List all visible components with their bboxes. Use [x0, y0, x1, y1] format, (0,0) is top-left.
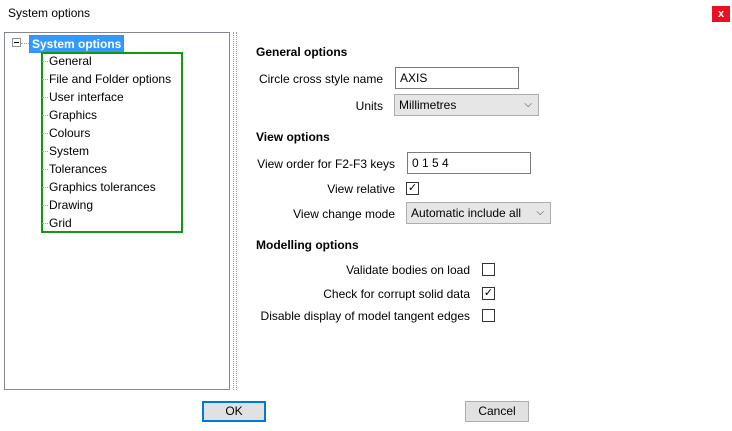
tree-item-tolerances[interactable]: Tolerances	[41, 161, 107, 177]
title-bar: System options x	[0, 0, 732, 28]
tree-root-system-options[interactable]: System options	[29, 35, 125, 53]
circle-cross-style-input[interactable]: AXIS	[395, 67, 519, 89]
units-value: Millimetres	[399, 98, 457, 112]
chevron-down-icon: ⌵	[524, 99, 532, 110]
validate-bodies-checkbox[interactable]	[482, 263, 495, 276]
tree-item-graphics[interactable]: Graphics	[41, 107, 97, 123]
chevron-down-icon: ⌵	[536, 207, 544, 218]
close-icon: x	[717, 8, 725, 20]
view-change-mode-select[interactable]: Automatic include all ⌵	[406, 202, 551, 224]
view-relative-label: View relative	[327, 182, 395, 196]
tree-item-graphics-tolerances[interactable]: Graphics tolerances	[42, 179, 156, 195]
tree-item-colours[interactable]: Colours	[41, 125, 90, 141]
check-corrupt-label: Check for corrupt solid data	[323, 287, 470, 301]
units-label: Units	[355, 99, 383, 113]
view-order-label: View order for F2-F3 keys	[257, 157, 395, 171]
collapse-icon[interactable]	[12, 38, 21, 47]
view-order-input[interactable]: 0 1 5 4	[407, 152, 531, 174]
tree-item-file-folder-options[interactable]: File and Folder options	[41, 71, 171, 87]
tree-item-general[interactable]: General	[42, 53, 92, 69]
disable-tangent-edges-label: Disable display of model tangent edges	[260, 309, 470, 323]
modelling-options-heading: Modelling options	[256, 238, 359, 252]
general-options-heading: General options	[256, 45, 348, 59]
cancel-button[interactable]: Cancel	[465, 401, 529, 422]
validate-bodies-label: Validate bodies on load	[346, 263, 470, 277]
ok-button[interactable]: OK	[202, 401, 266, 422]
panel-splitter[interactable]	[233, 32, 237, 390]
circle-cross-style-label: Circle cross style name	[258, 72, 383, 86]
close-button[interactable]: x	[712, 6, 730, 22]
view-change-mode-label: View change mode	[293, 207, 395, 221]
tree-item-grid[interactable]: Grid	[42, 215, 72, 231]
tree-item-user-interface[interactable]: User interface	[42, 89, 124, 105]
view-change-mode-value: Automatic include all	[411, 206, 522, 220]
units-select[interactable]: Millimetres ⌵	[394, 94, 539, 116]
disable-tangent-edges-checkbox[interactable]	[482, 309, 495, 322]
tree-item-system[interactable]: System	[41, 143, 89, 159]
tree-connector	[21, 43, 29, 44]
check-icon: ✓	[483, 287, 494, 299]
view-relative-checkbox[interactable]: ✓	[406, 182, 419, 195]
tree-item-drawing[interactable]: Drawing	[41, 197, 93, 213]
check-icon: ✓	[407, 182, 418, 194]
view-options-heading: View options	[256, 130, 330, 144]
window-title: System options	[8, 6, 91, 20]
check-corrupt-checkbox[interactable]: ✓	[482, 287, 495, 300]
